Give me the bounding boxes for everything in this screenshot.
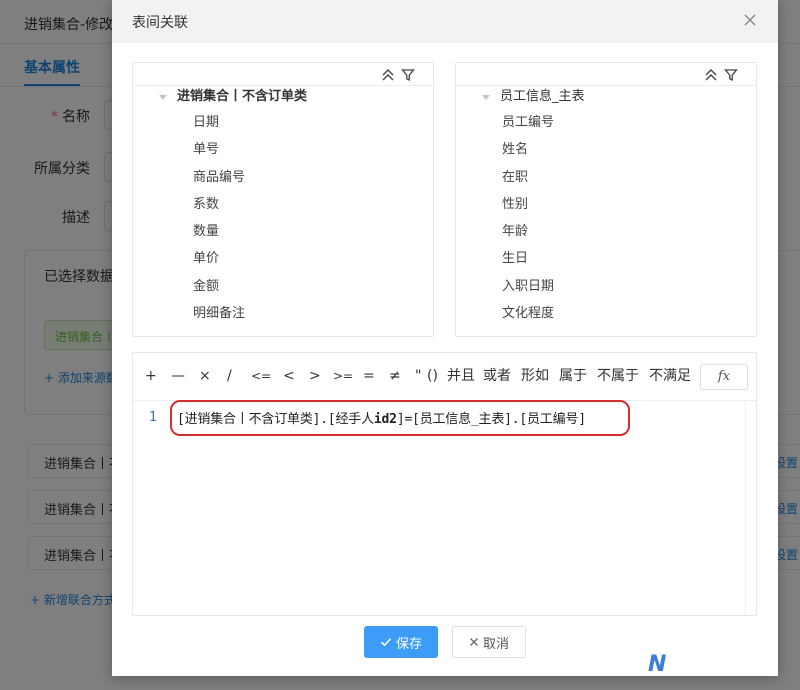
tree-root-node[interactable]: 员工信息_主表 bbox=[482, 87, 585, 107]
field-item[interactable]: 金额 bbox=[193, 277, 245, 304]
editor-scrollbar[interactable] bbox=[745, 402, 746, 615]
check-icon bbox=[380, 638, 392, 647]
field-list: 员工编号 姓名 在职 性别 年龄 生日 入职日期 文化程度 bbox=[502, 113, 554, 331]
field-item[interactable]: 入职日期 bbox=[502, 277, 554, 304]
operator-gt-button[interactable]: > bbox=[309, 367, 321, 385]
annotation-highlight bbox=[170, 400, 630, 436]
operator-divide-button[interactable]: / bbox=[227, 367, 232, 385]
dialog-header: 表间关联 bbox=[112, 0, 778, 43]
field-item[interactable]: 员工编号 bbox=[502, 113, 554, 140]
formula-editor[interactable]: + — × / <= < > >= = ≠ " () 并且 或者 形如 属于 不… bbox=[132, 352, 757, 616]
operator-toolbar: + — × / <= < > >= = ≠ " () 并且 或者 形如 属于 不… bbox=[133, 353, 756, 401]
field-item[interactable]: 日期 bbox=[193, 113, 245, 140]
field-item[interactable]: 单价 bbox=[193, 249, 245, 276]
tree-divider bbox=[133, 85, 433, 86]
field-item[interactable]: 数量 bbox=[193, 222, 245, 249]
save-button[interactable]: 保存 bbox=[364, 626, 438, 658]
field-list: 日期 单号 商品编号 系数 数量 单价 金额 明细备注 bbox=[193, 113, 245, 331]
left-field-tree: 进销集合丨不含订单类 日期 单号 商品编号 系数 数量 单价 金额 明细备注 bbox=[132, 62, 434, 337]
caret-down-icon[interactable] bbox=[482, 94, 490, 100]
filter-icon[interactable] bbox=[724, 67, 738, 82]
operator-not-equal-button[interactable]: ≠ bbox=[389, 367, 401, 385]
line-number: 1 bbox=[149, 410, 157, 425]
operator-not-in-button[interactable]: 不属于 bbox=[597, 367, 639, 385]
close-icon[interactable] bbox=[742, 12, 758, 28]
operator-or-button[interactable]: 或者 bbox=[483, 367, 511, 385]
site-watermark: N8N1000.COM bbox=[648, 652, 774, 677]
operator-lt-button[interactable]: < bbox=[283, 367, 295, 385]
operator-like-button[interactable]: 形如 bbox=[521, 367, 549, 385]
cancel-button[interactable]: 取消 bbox=[452, 626, 526, 658]
operator-multiply-button[interactable]: × bbox=[199, 367, 211, 385]
table-relation-dialog: 表间关联 进销集合丨不含订单类 日期 单号 商品编号 系数 数量 单价 金额 明… bbox=[112, 0, 778, 676]
collapse-all-icon[interactable] bbox=[704, 67, 718, 81]
field-item[interactable]: 性别 bbox=[502, 195, 554, 222]
operator-minus-button[interactable]: — bbox=[171, 367, 185, 385]
field-item[interactable]: 明细备注 bbox=[193, 304, 245, 331]
operator-and-button[interactable]: 并且 bbox=[447, 367, 475, 385]
operator-lte-button[interactable]: <= bbox=[251, 367, 271, 385]
tree-tools bbox=[704, 67, 738, 83]
operator-plus-button[interactable]: + bbox=[145, 367, 157, 385]
field-item[interactable]: 姓名 bbox=[502, 140, 554, 167]
field-item[interactable]: 年龄 bbox=[502, 222, 554, 249]
operator-gte-button[interactable]: >= bbox=[333, 367, 353, 385]
tree-tools bbox=[381, 67, 415, 83]
field-item[interactable]: 系数 bbox=[193, 195, 245, 222]
close-icon bbox=[470, 638, 478, 646]
operator-in-button[interactable]: 属于 bbox=[559, 367, 587, 385]
caret-down-icon[interactable] bbox=[159, 94, 167, 100]
field-item[interactable]: 单号 bbox=[193, 140, 245, 167]
collapse-all-icon[interactable] bbox=[381, 67, 395, 81]
tree-divider bbox=[456, 85, 756, 86]
operator-equals-button[interactable]: = bbox=[363, 367, 375, 385]
operator-parens-button[interactable]: () bbox=[427, 367, 438, 385]
operator-quote-button[interactable]: " bbox=[415, 367, 421, 385]
operator-not-satisfy-button[interactable]: 不满足 bbox=[649, 367, 691, 385]
field-item[interactable]: 文化程度 bbox=[502, 304, 554, 331]
tree-root-node[interactable]: 进销集合丨不含订单类 bbox=[159, 87, 307, 107]
field-item[interactable]: 生日 bbox=[502, 249, 554, 276]
field-item[interactable]: 在职 bbox=[502, 168, 554, 195]
right-field-tree: 员工信息_主表 员工编号 姓名 在职 性别 年龄 生日 入职日期 文化程度 bbox=[455, 62, 757, 337]
dialog-title: 表间关联 bbox=[132, 15, 188, 31]
filter-icon[interactable] bbox=[401, 67, 415, 82]
function-button[interactable]: fx bbox=[700, 364, 748, 390]
field-item[interactable]: 商品编号 bbox=[193, 168, 245, 195]
